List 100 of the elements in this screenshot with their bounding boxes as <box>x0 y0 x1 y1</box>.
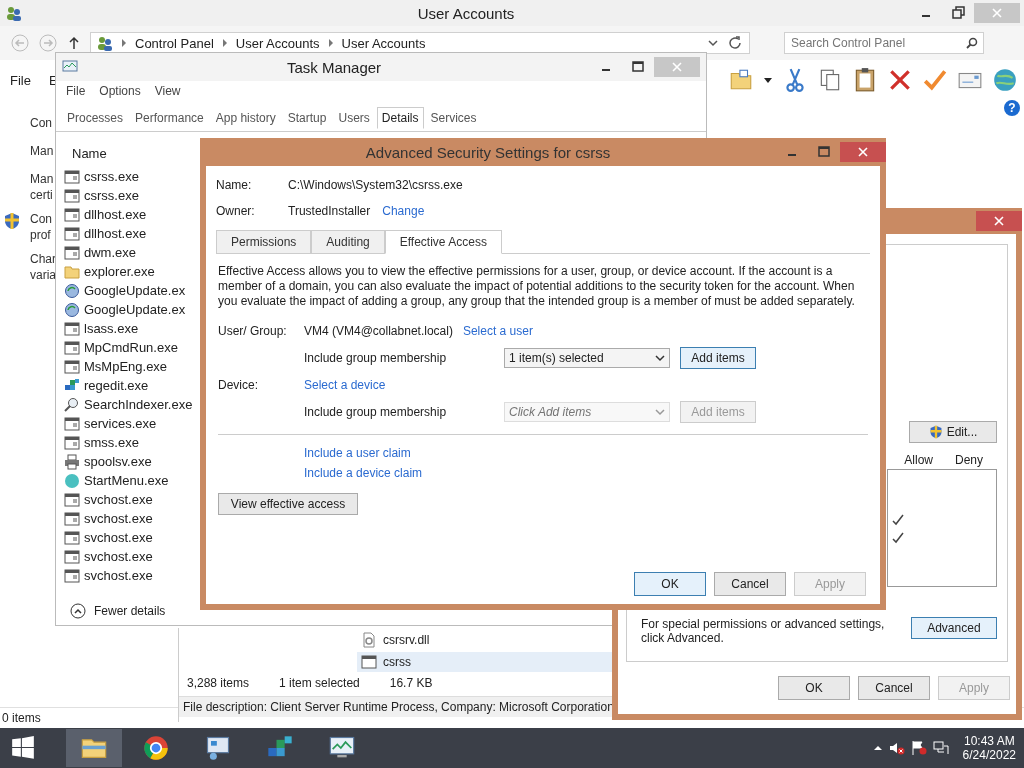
tab[interactable]: Startup <box>282 107 332 129</box>
process-name: dllhost.exe <box>84 226 147 241</box>
caret-icon[interactable] <box>763 75 773 85</box>
fewer-details-link[interactable]: Fewer details <box>94 604 166 618</box>
window-icon <box>64 434 80 451</box>
tab[interactable]: Auditing <box>311 230 385 254</box>
nav-link[interactable]: Con <box>30 116 52 130</box>
printer-icon <box>64 453 80 470</box>
explorer-row[interactable]: csrss <box>357 652 612 672</box>
help-icon[interactable]: ? <box>1004 100 1020 116</box>
magnifier-icon <box>64 396 80 413</box>
user-name: VM4 (VM4@collabnet.local) <box>304 324 453 338</box>
dialog-button[interactable]: Cancel <box>714 572 786 596</box>
refresh-icon[interactable] <box>727 35 743 51</box>
nav-link[interactable]: Man <box>30 144 54 158</box>
tab[interactable]: Services <box>425 107 482 129</box>
globe-icon[interactable] <box>992 67 1018 93</box>
clock-date[interactable]: 6/24/2022 <box>962 748 1016 762</box>
flag-icon[interactable] <box>910 740 927 756</box>
process-name: csrss.exe <box>84 169 139 184</box>
breadcrumb-item[interactable]: Control Panel <box>135 35 214 51</box>
claim-link[interactable]: Include a user claim <box>304 446 868 460</box>
dialog-button[interactable]: OK <box>778 676 850 700</box>
search-field[interactable]: Search Control Panel <box>784 32 984 54</box>
add-items-button[interactable]: Add items <box>680 347 756 369</box>
tab[interactable]: Details <box>376 107 424 129</box>
address-bar[interactable]: Control Panel User Accounts User Accounts <box>90 32 750 54</box>
close-icon <box>992 8 1002 18</box>
tab[interactable]: Effective Access <box>384 230 502 254</box>
select-user-link[interactable]: Select a user <box>462 324 533 338</box>
explorer-row[interactable]: csrsrv.dll <box>357 630 612 650</box>
monitor-icon <box>62 59 78 75</box>
tab[interactable]: Permissions <box>216 230 312 254</box>
shield-icon <box>928 424 943 439</box>
nav-link[interactable]: Con <box>30 212 52 226</box>
dropdown[interactable]: 1 item(s) selected <box>504 348 670 368</box>
delete-icon[interactable] <box>887 67 913 93</box>
close-button[interactable] <box>840 142 886 162</box>
select-device-link[interactable]: Select a device <box>304 378 386 392</box>
speaker-muted-icon[interactable] <box>888 740 905 756</box>
field-label: Owner: <box>216 204 256 218</box>
window-title: Task Manager <box>285 58 383 76</box>
owner-name: TrustedInstaller <box>288 204 371 218</box>
collapse-icon[interactable] <box>70 603 86 619</box>
window-icon <box>64 187 80 204</box>
chevron-icon <box>327 39 334 47</box>
dialog-button[interactable]: Cancel <box>858 676 930 700</box>
process-name: MpCmdRun.exe <box>84 340 178 355</box>
process-name: svchost.exe <box>84 549 153 564</box>
menu-item[interactable]: File <box>66 84 86 102</box>
window-icon <box>361 654 377 670</box>
tab[interactable]: Processes <box>62 107 129 129</box>
nav-link[interactable]: Char <box>30 252 56 266</box>
checkmark-icon <box>892 531 904 544</box>
checkmark-icon[interactable] <box>922 67 948 93</box>
shield-icon <box>4 212 20 230</box>
window-icon <box>64 529 80 546</box>
taskbar-button[interactable] <box>66 729 122 767</box>
claim-link[interactable]: Include a device claim <box>304 466 868 480</box>
caret-up-icon[interactable] <box>872 743 883 753</box>
menu-item[interactable]: Options <box>99 84 141 102</box>
users-icon <box>97 35 113 51</box>
dialog-button[interactable]: OK <box>634 572 706 596</box>
window-icon <box>64 510 80 527</box>
windows-logo-icon[interactable] <box>10 735 36 761</box>
close-button[interactable] <box>976 210 1022 231</box>
nav-link[interactable]: certi <box>30 188 54 202</box>
tab[interactable]: App history <box>210 107 281 129</box>
view-effective-access-button[interactable]: View effective access <box>218 493 358 515</box>
browser-icon <box>142 734 170 762</box>
tab[interactable]: Performance <box>130 107 209 129</box>
advanced-button[interactable]: Advanced <box>910 616 997 639</box>
process-name: explorer.exe <box>84 264 155 279</box>
window-icon <box>64 320 80 337</box>
chevron-icon <box>221 39 228 47</box>
breadcrumb-item[interactable]: User Accounts <box>341 35 426 51</box>
menu-item[interactable]: File <box>10 72 31 88</box>
process-name: SearchIndexer.exe <box>84 397 193 412</box>
change-link[interactable]: Change <box>382 204 425 218</box>
network-icon[interactable] <box>932 740 949 756</box>
dropdown-icon[interactable] <box>707 37 719 49</box>
item-count: 3,288 items <box>187 676 250 692</box>
column-header[interactable]: Name <box>72 146 107 161</box>
edit-button[interactable]: Edit... <box>909 420 997 443</box>
search-icon <box>966 37 978 49</box>
clock-time[interactable]: 10:43 AM <box>963 734 1015 748</box>
column-header: Deny <box>955 452 983 467</box>
tab[interactable]: Users <box>333 107 375 129</box>
field-label: Include group membership <box>304 405 448 419</box>
menu-item[interactable]: View <box>154 84 181 102</box>
object-path: C:\Windows\System32\csrss.exe <box>288 178 463 192</box>
window-icon <box>64 339 80 356</box>
nav-link[interactable]: Man <box>30 172 54 186</box>
breadcrumb-item[interactable]: User Accounts <box>235 35 320 51</box>
nav-link[interactable]: prof <box>30 228 52 242</box>
checkmark-icon <box>892 513 904 526</box>
folder-icon <box>64 263 80 280</box>
orb-icon <box>64 472 80 489</box>
nav-link[interactable]: varia <box>30 268 56 282</box>
selection-count: 1 item selected <box>279 676 360 692</box>
